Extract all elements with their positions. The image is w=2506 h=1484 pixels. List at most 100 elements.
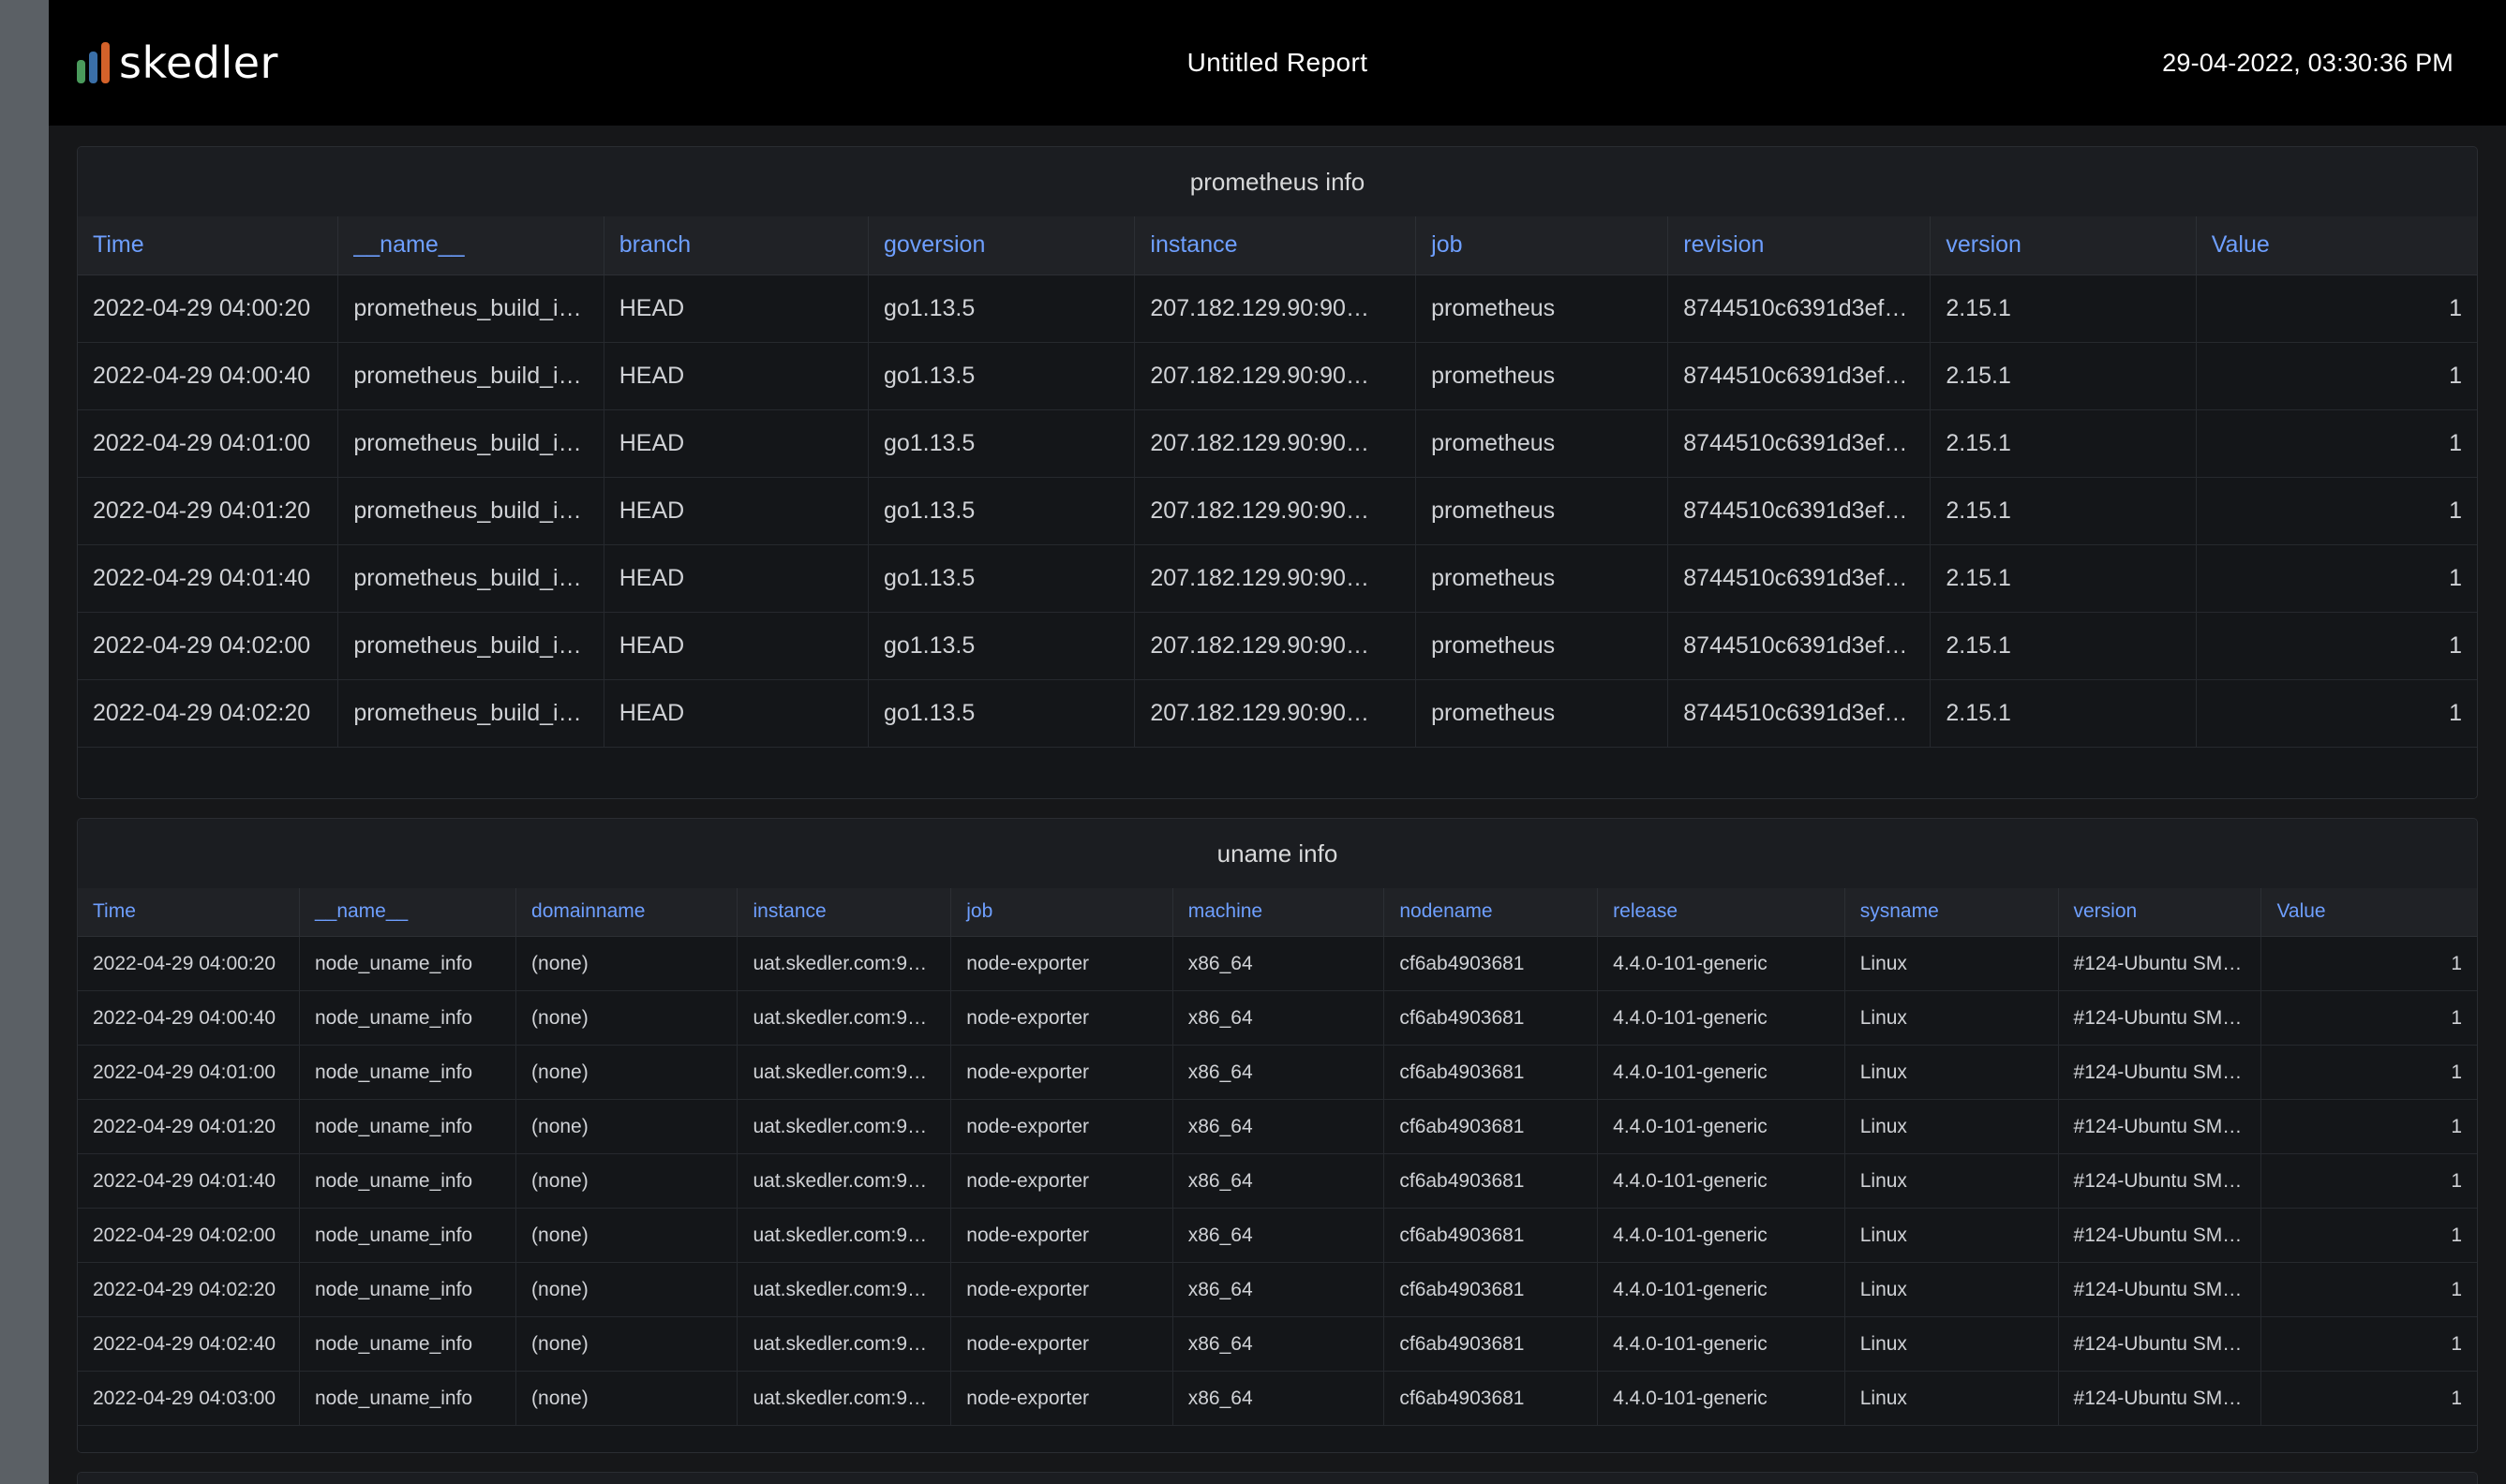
table-cell: 2.15.1: [1930, 275, 2197, 343]
table-cell: 2022-04-29 04:01:20: [78, 1099, 300, 1154]
table-cell: x86_64: [1172, 1099, 1385, 1154]
column-header-release[interactable]: release: [1597, 887, 1845, 937]
column-header-version[interactable]: version: [1930, 216, 2197, 275]
table-cell: 4.4.0-101-generic: [1597, 1153, 1845, 1209]
table-cell: 207.182.129.90:90…: [1134, 477, 1417, 545]
table-cell: 2.15.1: [1930, 612, 2197, 680]
table-cell: 8744510c6391d3ef…: [1667, 275, 1932, 343]
table-cell: 2022-04-29 04:02:00: [78, 612, 339, 680]
table-cell: cf6ab4903681: [1383, 1208, 1599, 1263]
table-cell: 2022-04-29 04:01:00: [78, 1045, 300, 1100]
column-header-value[interactable]: Value: [2196, 216, 2477, 275]
table-cell: 2022-04-29 04:01:40: [78, 544, 339, 613]
column-header-job[interactable]: job: [1415, 216, 1669, 275]
table-cell: 1: [2260, 1045, 2477, 1100]
table-cell: #124-Ubuntu SMP …: [2058, 1208, 2262, 1263]
table-cell: node-exporter: [950, 990, 1173, 1046]
table-cell: x86_64: [1172, 1262, 1385, 1317]
brand-name: skedler: [119, 37, 278, 88]
table-row: 2022-04-29 04:02:20 node_uname_info (none)…: [78, 1262, 2477, 1317]
column-header-time[interactable]: Time: [78, 216, 339, 275]
table-cell: prometheus: [1415, 275, 1669, 343]
table-cell: 1: [2260, 1153, 2477, 1209]
column-header-name[interactable]: __name__: [299, 887, 517, 937]
table-cell: 1: [2260, 1316, 2477, 1372]
table-cell: #124-Ubuntu SMP …: [2058, 1099, 2262, 1154]
table-cell: 1: [2196, 679, 2477, 748]
table-cell: 1: [2260, 1262, 2477, 1317]
table-row: 2022-04-29 04:01:40 prometheus_build_i… HE…: [78, 544, 2477, 613]
panel-list: prometheus info Time __name__ branch gov…: [49, 126, 2506, 1484]
table-cell: x86_64: [1172, 936, 1385, 991]
panel-title: network info: [78, 1473, 2477, 1484]
table-cell: uat.skedler.com:9100: [737, 1153, 952, 1209]
table-cell: go1.13.5: [868, 477, 1136, 545]
table-cell: prometheus: [1415, 679, 1669, 748]
bar-chart-icon: [77, 42, 110, 83]
column-header-revision[interactable]: revision: [1667, 216, 1932, 275]
table-cell: uat.skedler.com:9100: [737, 1208, 952, 1263]
table-cell: node-exporter: [950, 1316, 1173, 1372]
table-cell: uat.skedler.com:9100: [737, 1045, 952, 1100]
table-row: 2022-04-29 04:00:40 node_uname_info (none)…: [78, 990, 2477, 1046]
table-cell: HEAD: [604, 342, 869, 410]
table-cell: #124-Ubuntu SMP …: [2058, 936, 2262, 991]
table-cell: (none): [515, 936, 738, 991]
column-header-branch[interactable]: branch: [604, 216, 869, 275]
table-cell: 2022-04-29 04:03:00: [78, 1371, 300, 1426]
column-header-name[interactable]: __name__: [337, 216, 604, 275]
table-cell: (none): [515, 1045, 738, 1100]
table-cell: #124-Ubuntu SMP …: [2058, 990, 2262, 1046]
column-header-nodename[interactable]: nodename: [1383, 887, 1599, 937]
table-cell: HEAD: [604, 409, 869, 478]
table-cell: 8744510c6391d3ef…: [1667, 544, 1932, 613]
table-cell: 2022-04-29 04:00:40: [78, 342, 339, 410]
table-cell: 1: [2260, 1099, 2477, 1154]
column-header-sysname[interactable]: sysname: [1844, 887, 2059, 937]
table-cell: go1.13.5: [868, 275, 1136, 343]
table-cell: cf6ab4903681: [1383, 1099, 1599, 1154]
report-timestamp: 29-04-2022, 03:30:36 PM: [2162, 48, 2454, 77]
table-cell: 1: [2196, 342, 2477, 410]
table-cell: cf6ab4903681: [1383, 1262, 1599, 1317]
table-cell: 2022-04-29 04:00:20: [78, 275, 339, 343]
table-cell: x86_64: [1172, 1316, 1385, 1372]
table-cell: 8744510c6391d3ef…: [1667, 612, 1932, 680]
table-cell: node-exporter: [950, 936, 1173, 991]
table-cell: 2022-04-29 04:01:00: [78, 409, 339, 478]
table-cell: 207.182.129.90:90…: [1134, 612, 1417, 680]
table-cell: 207.182.129.90:90…: [1134, 342, 1417, 410]
table-cell: (none): [515, 1099, 738, 1154]
table-cell: Linux: [1844, 1099, 2059, 1154]
table-cell: 4.4.0-101-generic: [1597, 1208, 1845, 1263]
column-header-goversion[interactable]: goversion: [868, 216, 1136, 275]
table-cell: cf6ab4903681: [1383, 936, 1599, 991]
table-row: 2022-04-29 04:01:20 prometheus_build_i… HE…: [78, 477, 2477, 545]
panel-body: Time __name__ domainname instance job ma…: [78, 887, 2477, 1452]
table-cell: 1: [2196, 612, 2477, 680]
table-cell: 2022-04-29 04:02:40: [78, 1316, 300, 1372]
table-cell: node_uname_info: [299, 1371, 517, 1426]
uname-info-rows: 2022-04-29 04:00:20 node_uname_info (none)…: [78, 936, 2477, 1426]
table-cell: #124-Ubuntu SMP …: [2058, 1262, 2262, 1317]
table-row: 2022-04-29 04:00:20 prometheus_build_i… HE…: [78, 275, 2477, 343]
column-header-instance[interactable]: instance: [737, 887, 952, 937]
table-cell: go1.13.5: [868, 409, 1136, 478]
column-header-job[interactable]: job: [950, 887, 1173, 937]
column-header-instance[interactable]: instance: [1134, 216, 1417, 275]
table-cell: x86_64: [1172, 1045, 1385, 1100]
column-header-version[interactable]: version: [2058, 887, 2262, 937]
column-header-domainname[interactable]: domainname: [515, 887, 738, 937]
column-header-time[interactable]: Time: [78, 887, 300, 937]
column-header-value[interactable]: Value: [2260, 887, 2477, 937]
table-cell: prometheus: [1415, 544, 1669, 613]
prometheus-info-rows: 2022-04-29 04:00:20 prometheus_build_i… HE…: [78, 275, 2477, 748]
table-cell: 2022-04-29 04:01:20: [78, 477, 339, 545]
table-cell: (none): [515, 1262, 738, 1317]
table-cell: 1: [2260, 1371, 2477, 1426]
uname-info-table: Time __name__ domainname instance job ma…: [78, 887, 2477, 1426]
table-cell: (none): [515, 1153, 738, 1209]
table-cell: 1: [2196, 544, 2477, 613]
table-cell: 2.15.1: [1930, 477, 2197, 545]
column-header-machine[interactable]: machine: [1172, 887, 1385, 937]
